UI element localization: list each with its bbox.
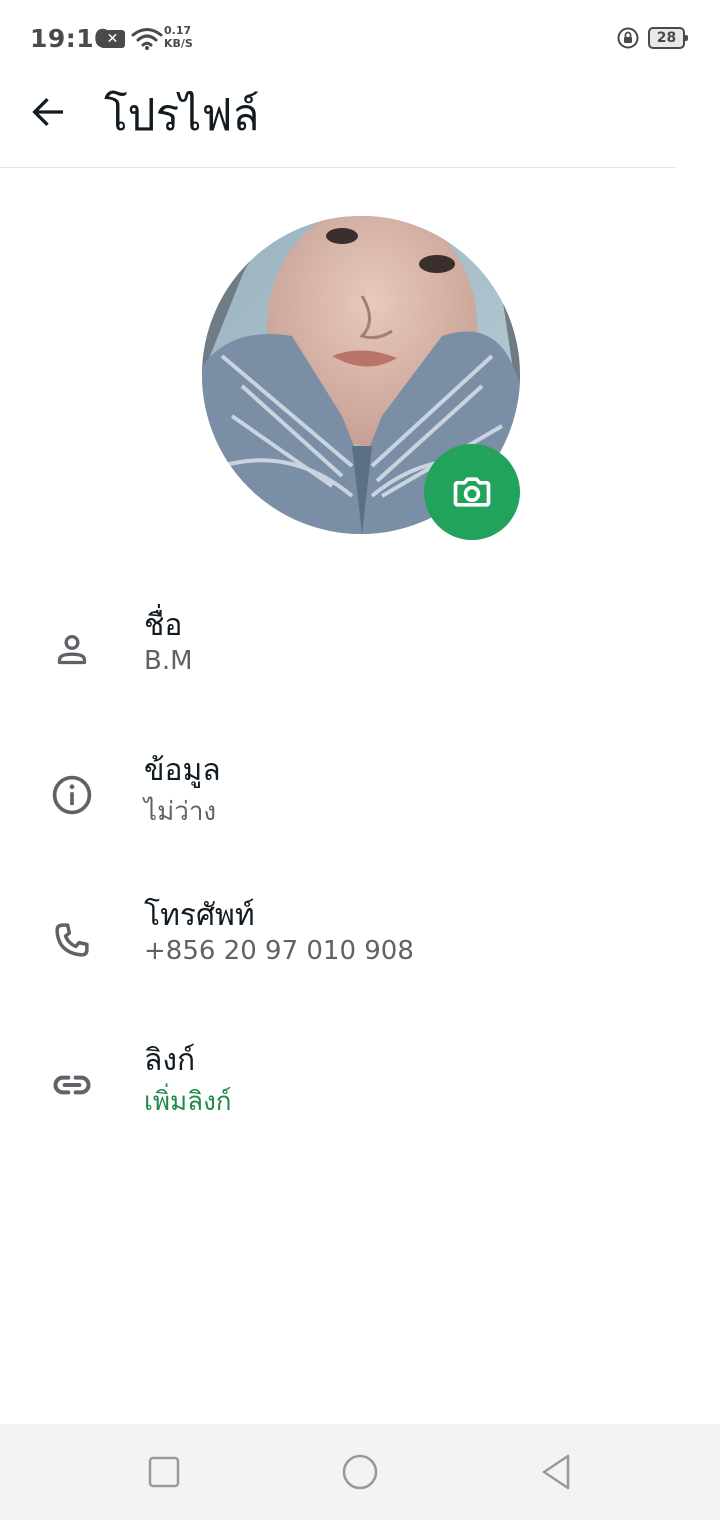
app-bar: โปรไฟล์ — [0, 76, 720, 168]
row-value-name: B.M — [144, 646, 193, 676]
add-link-button[interactable]: เพิ่มลิงก์ — [144, 1081, 232, 1122]
system-back-button[interactable] — [536, 1452, 576, 1492]
row-value-phone: +856 20 97 010 908 — [144, 936, 414, 966]
camera-icon — [453, 477, 491, 507]
row-label-name: ชื่อ — [144, 608, 183, 643]
recent-apps-button[interactable] — [144, 1452, 184, 1492]
home-icon — [342, 1454, 378, 1490]
rotation-lock-icon — [617, 27, 639, 49]
row-value-about: ไม่ว่าง — [144, 797, 217, 827]
phone-icon — [48, 916, 96, 964]
battery-icon: 28 — [648, 27, 688, 49]
person-icon — [48, 626, 96, 674]
system-nav-bar — [0, 1424, 720, 1520]
page-title: โปรไฟล์ — [104, 90, 260, 141]
network-speed-value: 0.17 — [164, 24, 192, 37]
change-photo-button[interactable] — [424, 444, 520, 540]
row-label-phone: โทรศัพท์ — [144, 898, 255, 933]
info-icon — [48, 771, 96, 819]
back-triangle-icon — [542, 1454, 570, 1490]
close-notification-icon: ✕ — [100, 30, 125, 48]
profile-row-name[interactable]: ชื่อ B.M — [0, 600, 720, 720]
row-label-about: ข้อมูล — [144, 753, 221, 788]
wifi-icon — [131, 28, 163, 50]
profile-row-about[interactable]: ข้อมูล ไม่ว่าง — [0, 745, 720, 865]
back-button[interactable] — [24, 88, 72, 136]
profile-row-link[interactable]: ลิงก์ เพิ่มลิงก์ — [0, 1035, 720, 1155]
divider — [0, 167, 675, 168]
network-speed: 0.17 KB/S — [164, 24, 193, 50]
status-bar: 19:10 ✕ 0.17 KB/S 28 — [0, 0, 720, 76]
row-label-link: ลิงก์ — [144, 1043, 196, 1078]
recent-apps-icon — [148, 1456, 180, 1488]
arrow-left-icon — [32, 97, 63, 127]
home-button[interactable] — [340, 1452, 380, 1492]
network-speed-unit: KB/S — [164, 37, 193, 50]
profile-photo-section — [202, 216, 520, 540]
link-icon — [48, 1061, 96, 1109]
profile-row-phone[interactable]: โทรศัพท์ +856 20 97 010 908 — [0, 890, 720, 1010]
